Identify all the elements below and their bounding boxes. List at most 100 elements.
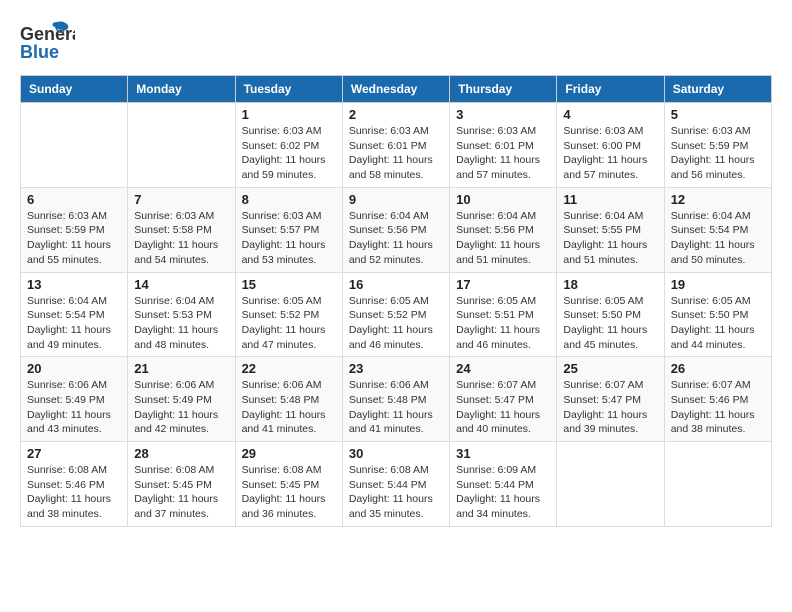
weekday-header-tuesday: Tuesday — [235, 76, 342, 103]
day-number: 4 — [563, 107, 657, 122]
calendar-cell: 11 Sunrise: 6:04 AMSunset: 5:55 PMDayligh… — [557, 187, 664, 272]
calendar-cell: 15 Sunrise: 6:05 AMSunset: 5:52 PMDayligh… — [235, 272, 342, 357]
day-number: 29 — [242, 446, 336, 461]
day-info: Sunrise: 6:04 AMSunset: 5:54 PMDaylight:… — [671, 209, 765, 268]
day-number: 30 — [349, 446, 443, 461]
day-number: 5 — [671, 107, 765, 122]
day-number: 9 — [349, 192, 443, 207]
calendar-cell: 13 Sunrise: 6:04 AMSunset: 5:54 PMDayligh… — [21, 272, 128, 357]
calendar-week-1: 1Sunrise: 6:03 AMSunset: 6:02 PMDaylight… — [21, 103, 772, 188]
calendar-cell: 1Sunrise: 6:03 AMSunset: 6:02 PMDaylight… — [235, 103, 342, 188]
calendar-cell: 24 Sunrise: 6:07 AMSunset: 5:47 PMDayligh… — [450, 357, 557, 442]
svg-text:Blue: Blue — [20, 42, 59, 62]
day-number: 8 — [242, 192, 336, 207]
day-info: Sunrise: 6:03 AMSunset: 5:59 PMDaylight:… — [671, 124, 765, 183]
day-number: 21 — [134, 361, 228, 376]
day-info: Sunrise: 6:05 AMSunset: 5:50 PMDaylight:… — [671, 294, 765, 353]
day-info: Sunrise: 6:03 AMSunset: 5:59 PMDaylight:… — [27, 209, 121, 268]
day-info: Sunrise: 6:03 AMSunset: 6:00 PMDaylight:… — [563, 124, 657, 183]
calendar-cell: 31 Sunrise: 6:09 AMSunset: 5:44 PMDayligh… — [450, 442, 557, 527]
day-info: Sunrise: 6:03 AMSunset: 6:01 PMDaylight:… — [349, 124, 443, 183]
day-number: 2 — [349, 107, 443, 122]
calendar-table: SundayMondayTuesdayWednesdayThursdayFrid… — [20, 75, 772, 527]
day-info: Sunrise: 6:08 AMSunset: 5:44 PMDaylight:… — [349, 463, 443, 522]
logo: General Blue — [20, 20, 75, 65]
day-info: Sunrise: 6:04 AMSunset: 5:56 PMDaylight:… — [349, 209, 443, 268]
day-info: Sunrise: 6:04 AMSunset: 5:54 PMDaylight:… — [27, 294, 121, 353]
day-info: Sunrise: 6:04 AMSunset: 5:53 PMDaylight:… — [134, 294, 228, 353]
calendar-cell: 18 Sunrise: 6:05 AMSunset: 5:50 PMDayligh… — [557, 272, 664, 357]
day-number: 17 — [456, 277, 550, 292]
weekday-header-wednesday: Wednesday — [342, 76, 449, 103]
day-info: Sunrise: 6:08 AMSunset: 5:45 PMDaylight:… — [134, 463, 228, 522]
calendar-cell: 5 Sunrise: 6:03 AMSunset: 5:59 PMDaylight… — [664, 103, 771, 188]
weekday-row: SundayMondayTuesdayWednesdayThursdayFrid… — [21, 76, 772, 103]
day-number: 26 — [671, 361, 765, 376]
day-info: Sunrise: 6:03 AMSunset: 6:01 PMDaylight:… — [456, 124, 550, 183]
calendar-cell: 28 Sunrise: 6:08 AMSunset: 5:45 PMDayligh… — [128, 442, 235, 527]
day-number: 12 — [671, 192, 765, 207]
calendar-cell — [21, 103, 128, 188]
calendar-week-5: 27 Sunrise: 6:08 AMSunset: 5:46 PMDayligh… — [21, 442, 772, 527]
day-info: Sunrise: 6:07 AMSunset: 5:47 PMDaylight:… — [456, 378, 550, 437]
day-number: 15 — [242, 277, 336, 292]
calendar-cell — [557, 442, 664, 527]
calendar-body: 1Sunrise: 6:03 AMSunset: 6:02 PMDaylight… — [21, 103, 772, 527]
calendar-cell — [664, 442, 771, 527]
weekday-header-thursday: Thursday — [450, 76, 557, 103]
calendar-cell: 20 Sunrise: 6:06 AMSunset: 5:49 PMDayligh… — [21, 357, 128, 442]
calendar-cell — [128, 103, 235, 188]
weekday-header-saturday: Saturday — [664, 76, 771, 103]
day-number: 23 — [349, 361, 443, 376]
day-info: Sunrise: 6:06 AMSunset: 5:49 PMDaylight:… — [134, 378, 228, 437]
day-info: Sunrise: 6:05 AMSunset: 5:52 PMDaylight:… — [242, 294, 336, 353]
calendar-cell: 14 Sunrise: 6:04 AMSunset: 5:53 PMDayligh… — [128, 272, 235, 357]
weekday-header-friday: Friday — [557, 76, 664, 103]
day-number: 25 — [563, 361, 657, 376]
day-info: Sunrise: 6:05 AMSunset: 5:51 PMDaylight:… — [456, 294, 550, 353]
calendar-cell: 3 Sunrise: 6:03 AMSunset: 6:01 PMDaylight… — [450, 103, 557, 188]
day-number: 14 — [134, 277, 228, 292]
calendar-cell: 22 Sunrise: 6:06 AMSunset: 5:48 PMDayligh… — [235, 357, 342, 442]
day-number: 13 — [27, 277, 121, 292]
day-info: Sunrise: 6:08 AMSunset: 5:45 PMDaylight:… — [242, 463, 336, 522]
day-info: Sunrise: 6:06 AMSunset: 5:48 PMDaylight:… — [349, 378, 443, 437]
calendar-cell: 8 Sunrise: 6:03 AMSunset: 5:57 PMDaylight… — [235, 187, 342, 272]
page-header: General Blue — [20, 20, 772, 65]
weekday-header-monday: Monday — [128, 76, 235, 103]
day-number: 6 — [27, 192, 121, 207]
calendar-cell: 4 Sunrise: 6:03 AMSunset: 6:00 PMDaylight… — [557, 103, 664, 188]
day-info: Sunrise: 6:09 AMSunset: 5:44 PMDaylight:… — [456, 463, 550, 522]
calendar-cell: 27 Sunrise: 6:08 AMSunset: 5:46 PMDayligh… — [21, 442, 128, 527]
day-number: 31 — [456, 446, 550, 461]
calendar-cell: 2 Sunrise: 6:03 AMSunset: 6:01 PMDaylight… — [342, 103, 449, 188]
calendar-cell: 12 Sunrise: 6:04 AMSunset: 5:54 PMDayligh… — [664, 187, 771, 272]
day-number: 18 — [563, 277, 657, 292]
day-info: Sunrise: 6:08 AMSunset: 5:46 PMDaylight:… — [27, 463, 121, 522]
day-number: 11 — [563, 192, 657, 207]
day-number: 7 — [134, 192, 228, 207]
day-number: 24 — [456, 361, 550, 376]
day-info: Sunrise: 6:03 AMSunset: 5:57 PMDaylight:… — [242, 209, 336, 268]
day-info: Sunrise: 6:04 AMSunset: 5:55 PMDaylight:… — [563, 209, 657, 268]
calendar-cell: 9 Sunrise: 6:04 AMSunset: 5:56 PMDaylight… — [342, 187, 449, 272]
day-info: Sunrise: 6:05 AMSunset: 5:52 PMDaylight:… — [349, 294, 443, 353]
day-number: 20 — [27, 361, 121, 376]
day-number: 28 — [134, 446, 228, 461]
day-number: 22 — [242, 361, 336, 376]
day-number: 19 — [671, 277, 765, 292]
day-number: 27 — [27, 446, 121, 461]
calendar-cell: 30 Sunrise: 6:08 AMSunset: 5:44 PMDayligh… — [342, 442, 449, 527]
calendar-cell: 25 Sunrise: 6:07 AMSunset: 5:47 PMDayligh… — [557, 357, 664, 442]
day-info: Sunrise: 6:06 AMSunset: 5:49 PMDaylight:… — [27, 378, 121, 437]
day-info: Sunrise: 6:06 AMSunset: 5:48 PMDaylight:… — [242, 378, 336, 437]
calendar-cell: 16Sunrise: 6:05 AMSunset: 5:52 PMDayligh… — [342, 272, 449, 357]
calendar-cell: 6 Sunrise: 6:03 AMSunset: 5:59 PMDaylight… — [21, 187, 128, 272]
day-number: 1 — [242, 107, 336, 122]
calendar-cell: 26Sunrise: 6:07 AMSunset: 5:46 PMDayligh… — [664, 357, 771, 442]
day-info: Sunrise: 6:05 AMSunset: 5:50 PMDaylight:… — [563, 294, 657, 353]
day-info: Sunrise: 6:07 AMSunset: 5:47 PMDaylight:… — [563, 378, 657, 437]
weekday-header-sunday: Sunday — [21, 76, 128, 103]
calendar-cell: 23 Sunrise: 6:06 AMSunset: 5:48 PMDayligh… — [342, 357, 449, 442]
day-number: 3 — [456, 107, 550, 122]
